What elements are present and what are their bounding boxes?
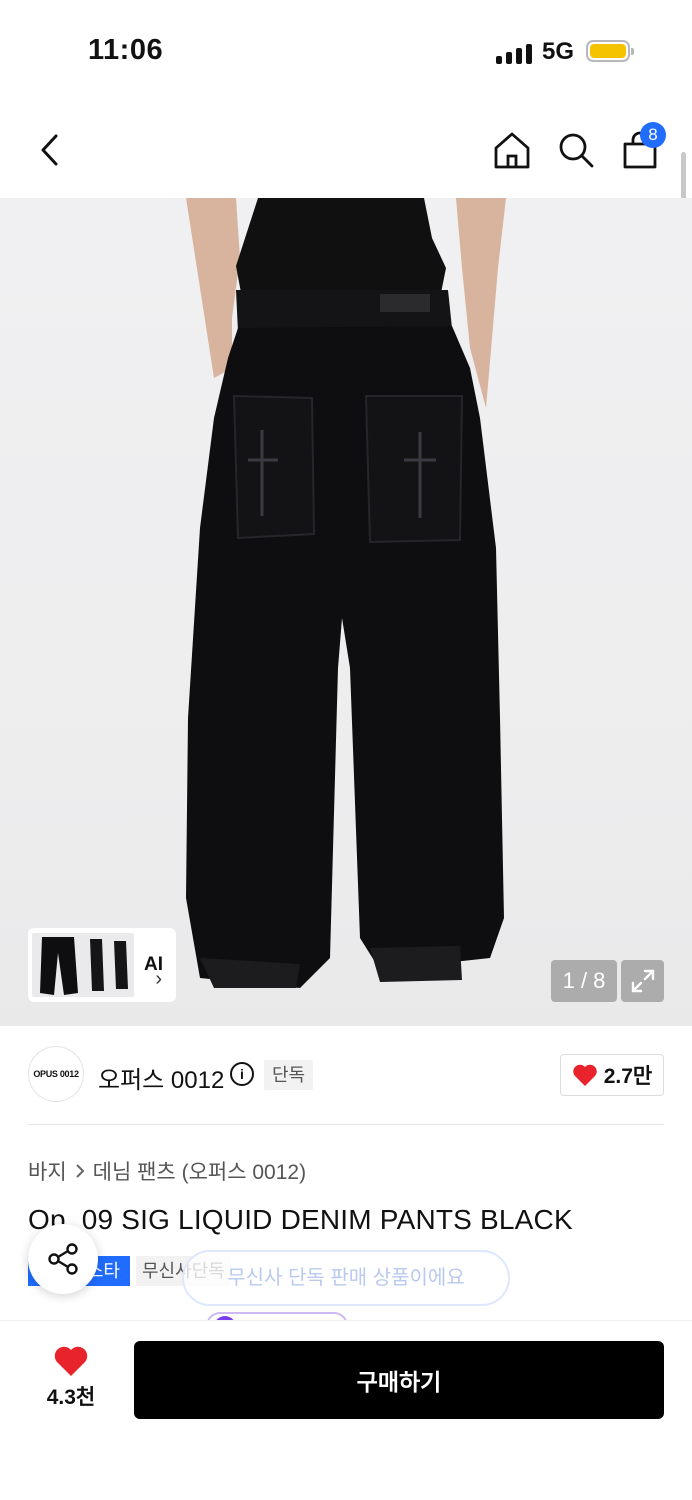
heart-icon (54, 1346, 88, 1376)
heart-icon (573, 1064, 597, 1086)
exclusive-tag: 단독 (264, 1060, 314, 1090)
breadcrumb: 바지 데님 팬츠 (오퍼스 0012) (28, 1156, 306, 1186)
brand-row: OPUS 0012 오퍼스 0012 i 단독 2.7만 (28, 1046, 664, 1106)
status-time: 11:06 (88, 34, 164, 66)
brand-like-count: 2.7만 (603, 1065, 653, 1088)
ai-thumbnail-button[interactable]: AI › (28, 928, 176, 1002)
wishlist-count: 4.3천 (46, 1386, 96, 1409)
top-nav-bar: 8 (0, 110, 692, 190)
share-icon (48, 1243, 78, 1275)
fullscreen-button[interactable] (621, 960, 664, 1002)
chevron-right-icon (75, 1164, 85, 1178)
network-type: 5G (542, 38, 575, 65)
bottom-action-bar: 4.3천 구매하기 (0, 1320, 692, 1500)
cellular-signal-icon (496, 42, 532, 64)
divider (28, 1124, 664, 1125)
cart-button[interactable]: 8 (616, 122, 666, 174)
thumbnail-image (32, 933, 134, 997)
search-icon (559, 133, 594, 168)
wishlist-button[interactable]: 4.3천 (28, 1345, 114, 1419)
status-bar: 11:06 5G (0, 0, 692, 100)
product-image-gallery[interactable]: AI › 1 / 8 (0, 198, 692, 1026)
brand-name[interactable]: 오퍼스 0012 (98, 1060, 224, 1095)
buy-button[interactable]: 구매하기 (134, 1341, 664, 1419)
back-icon (41, 134, 58, 166)
info-icon[interactable]: i (230, 1062, 254, 1086)
breadcrumb-item-subcategory[interactable]: 데님 팬츠 (오퍼스 0012) (93, 1156, 306, 1186)
breadcrumb-item-category[interactable]: 바지 (28, 1156, 67, 1186)
expand-icon (631, 969, 654, 993)
cart-count-badge: 8 (640, 122, 666, 148)
home-button[interactable] (488, 126, 536, 174)
exclusive-toast: 무신사 단독 판매 상품이에요 (182, 1250, 510, 1306)
home-icon (494, 132, 530, 169)
image-page-counter: 1 / 8 (551, 960, 617, 1002)
share-button[interactable] (28, 1224, 98, 1294)
chevron-right-icon: › (155, 968, 162, 990)
battery-icon (586, 40, 634, 62)
search-button[interactable] (552, 126, 600, 174)
brand-like-button[interactable]: 2.7만 (560, 1054, 664, 1096)
product-title: Op. 09 SIG LIQUID DENIM PANTS BLACK (28, 1204, 573, 1235)
brand-logo[interactable]: OPUS 0012 (28, 1046, 84, 1102)
back-button[interactable] (26, 126, 74, 174)
product-image (186, 198, 506, 988)
